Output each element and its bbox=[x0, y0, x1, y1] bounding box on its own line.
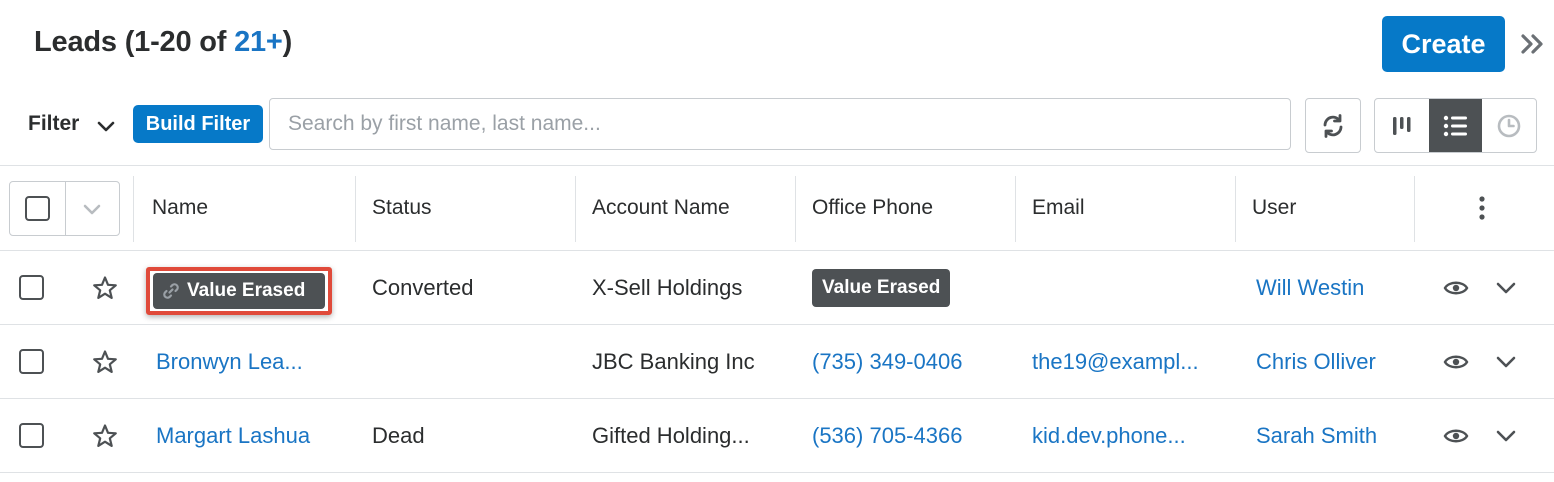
record-range: (1-20 of bbox=[124, 26, 235, 58]
view-switcher bbox=[1374, 98, 1537, 153]
table-row: Bronwyn Lea... JBC Banking Inc (735) 349… bbox=[0, 325, 1554, 399]
cell-user-link[interactable]: Will Westin bbox=[1256, 251, 1411, 324]
column-separator bbox=[133, 176, 134, 242]
cell-account-name: JBC Banking Inc bbox=[592, 348, 755, 374]
table-header-row: Name Status Account Name Office Phone Em… bbox=[0, 165, 1554, 251]
column-header-office-phone[interactable]: Office Phone bbox=[812, 166, 1012, 250]
select-all-checkbox[interactable] bbox=[24, 196, 50, 221]
column-header-status[interactable]: Status bbox=[372, 166, 572, 250]
list-view-icon bbox=[1443, 115, 1467, 136]
row-checkbox[interactable] bbox=[19, 423, 44, 448]
cell-email bbox=[1032, 251, 1228, 324]
value-erased-text: Value Erased bbox=[187, 280, 306, 301]
column-separator bbox=[795, 176, 796, 242]
column-separator bbox=[575, 176, 576, 242]
cell-account-name: X-Sell Holdings bbox=[592, 274, 743, 300]
build-filter-button[interactable]: Build Filter bbox=[133, 105, 263, 143]
record-range-close: ) bbox=[282, 26, 293, 58]
chevron-down-icon[interactable] bbox=[1494, 352, 1518, 372]
list-view-button[interactable] bbox=[1428, 99, 1483, 152]
cell-email-link[interactable]: the19@exampl... bbox=[1032, 325, 1228, 398]
row-checkbox[interactable] bbox=[19, 349, 44, 374]
cell-status bbox=[372, 325, 572, 398]
column-header-email[interactable]: Email bbox=[1032, 166, 1232, 250]
value-erased-badge[interactable]: Value Erased bbox=[153, 273, 325, 309]
table-row: Value Erased Converted X-Sell Holdings V… bbox=[0, 251, 1554, 325]
column-separator bbox=[1015, 176, 1016, 242]
column-separator bbox=[1414, 176, 1415, 242]
mass-actions-dropdown[interactable] bbox=[64, 182, 120, 235]
star-icon[interactable] bbox=[92, 275, 118, 301]
star-icon[interactable] bbox=[92, 423, 118, 449]
filter-bar: Filter Build Filter bbox=[0, 96, 1554, 156]
activity-timeline-button[interactable] bbox=[1482, 99, 1536, 152]
star-icon[interactable] bbox=[92, 349, 118, 375]
cell-name-link[interactable]: Bronwyn Lea... bbox=[156, 325, 352, 398]
chevron-down-icon[interactable] bbox=[1494, 426, 1518, 446]
tile-view-icon bbox=[1392, 116, 1411, 135]
collapse-double-chevron-icon[interactable] bbox=[1519, 30, 1545, 58]
kebab-icon[interactable] bbox=[1472, 194, 1492, 224]
leads-table: Name Status Account Name Office Phone Em… bbox=[0, 165, 1554, 473]
filter-label[interactable]: Filter bbox=[28, 112, 79, 136]
name-erased-highlight: Value Erased bbox=[146, 267, 332, 315]
column-separator bbox=[355, 176, 356, 242]
column-header-account-name[interactable]: Account Name bbox=[592, 166, 792, 250]
cell-office-phone: Value Erased bbox=[812, 251, 1012, 324]
cell-user-link[interactable]: Sarah Smith bbox=[1256, 399, 1411, 472]
eye-icon[interactable] bbox=[1443, 350, 1469, 374]
cell-user-link[interactable]: Chris Olliver bbox=[1256, 325, 1411, 398]
eye-icon[interactable] bbox=[1443, 276, 1469, 300]
column-header-name[interactable]: Name bbox=[152, 166, 352, 250]
mass-select bbox=[9, 181, 120, 236]
module-title: Leads bbox=[34, 26, 117, 58]
cell-status: Converted bbox=[372, 274, 474, 300]
row-checkbox[interactable] bbox=[19, 275, 44, 300]
value-erased-badge: Value Erased bbox=[812, 268, 951, 307]
refresh-button[interactable] bbox=[1305, 98, 1361, 153]
tile-view-button[interactable] bbox=[1375, 99, 1429, 152]
cell-email-link[interactable]: kid.dev.phone... bbox=[1032, 399, 1228, 472]
table-row: Margart Lashua Dead Gifted Holding... (5… bbox=[0, 399, 1554, 473]
refresh-icon bbox=[1323, 113, 1343, 138]
list-header: Leads (1-20 of 21+) Create bbox=[0, 0, 1554, 90]
eye-icon[interactable] bbox=[1443, 424, 1469, 448]
chevron-down-icon[interactable] bbox=[95, 116, 117, 136]
activity-timeline-icon bbox=[1497, 114, 1521, 137]
cell-account-name: Gifted Holding... bbox=[592, 422, 750, 448]
create-button[interactable]: Create bbox=[1382, 16, 1505, 72]
chevron-down-icon bbox=[83, 204, 101, 214]
record-count-link[interactable]: 21+ bbox=[234, 26, 283, 58]
column-separator bbox=[1235, 176, 1236, 242]
search-input[interactable] bbox=[269, 98, 1291, 150]
cell-status: Dead bbox=[372, 422, 425, 448]
link-icon bbox=[163, 283, 179, 299]
cell-office-phone-link[interactable]: (536) 705-4366 bbox=[812, 399, 1012, 472]
chevron-down-icon[interactable] bbox=[1494, 278, 1518, 298]
page-title: Leads (1-20 of 21+) bbox=[34, 26, 292, 59]
cell-name-link[interactable]: Margart Lashua bbox=[156, 399, 352, 472]
select-all-checkbox-wrap[interactable] bbox=[10, 182, 65, 235]
column-header-user[interactable]: User bbox=[1252, 166, 1412, 250]
cell-office-phone-link[interactable]: (735) 349-0406 bbox=[812, 325, 1012, 398]
